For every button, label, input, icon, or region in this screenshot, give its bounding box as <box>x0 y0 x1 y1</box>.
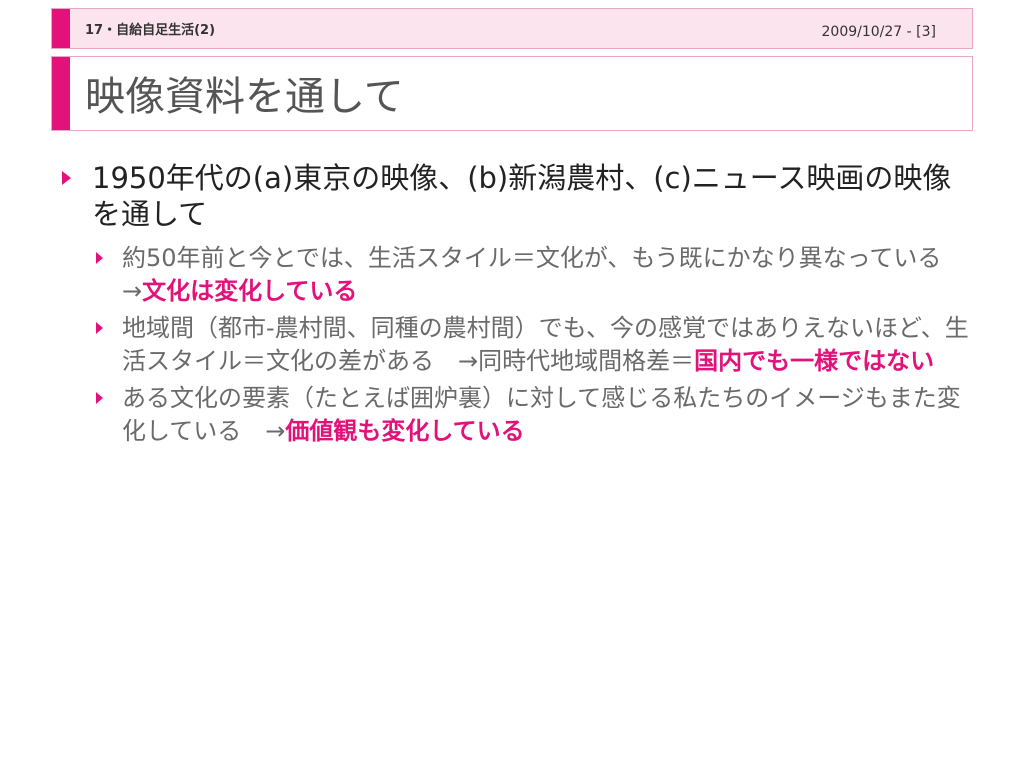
bullet-arrow-icon <box>96 392 103 404</box>
bullet-arrow-icon <box>62 171 71 185</box>
sub-bullet: ある文化の要素（たとえば囲炉裏）に対して感じる私たちのイメージもまた変化している… <box>60 382 970 448</box>
slide-title-bar: 映像資料を通して <box>51 56 973 131</box>
section-title: 17・自給自足生活(2) <box>85 23 216 38</box>
slide-title: 映像資料を通して <box>85 74 404 120</box>
title-accent-stripe <box>52 57 70 130</box>
bullet-arrow-icon <box>96 322 103 334</box>
sub-bullet: 地域間（都市-農村間、同種の農村間）でも、今の感覚ではありえないほど、生活スタイ… <box>60 312 970 378</box>
header-accent-stripe <box>52 9 70 48</box>
sub-bullet-highlight: 価値観も変化している <box>285 417 525 445</box>
sub-bullet: 約50年前と今とでは、生活スタイル＝文化が、もう既にかなり異なっている →文化は… <box>60 242 970 308</box>
date-page-number: 2009/10/27 - [3] <box>821 24 936 40</box>
slide-content: 1950年代の(a)東京の映像、(b)新潟農村、(c)ニュース映画の映像を通して… <box>60 160 970 452</box>
slide-header: 17・自給自足生活(2) 2009/10/27 - [3] <box>51 8 973 49</box>
bullet-arrow-icon <box>96 252 103 264</box>
sub-bullet-highlight: 文化は変化している <box>142 277 358 305</box>
sub-bullet-highlight: 国内でも一様ではない <box>694 347 935 375</box>
slide: 17・自給自足生活(2) 2009/10/27 - [3] 映像資料を通して 1… <box>0 0 1024 768</box>
sub-bullet-text: ある文化の要素（たとえば囲炉裏）に対して感じる私たちのイメージもまた変化している… <box>122 384 961 445</box>
main-bullet: 1950年代の(a)東京の映像、(b)新潟農村、(c)ニュース映画の映像を通して <box>60 160 970 232</box>
main-bullet-text: 1950年代の(a)東京の映像、(b)新潟農村、(c)ニュース映画の映像を通して <box>92 161 952 231</box>
